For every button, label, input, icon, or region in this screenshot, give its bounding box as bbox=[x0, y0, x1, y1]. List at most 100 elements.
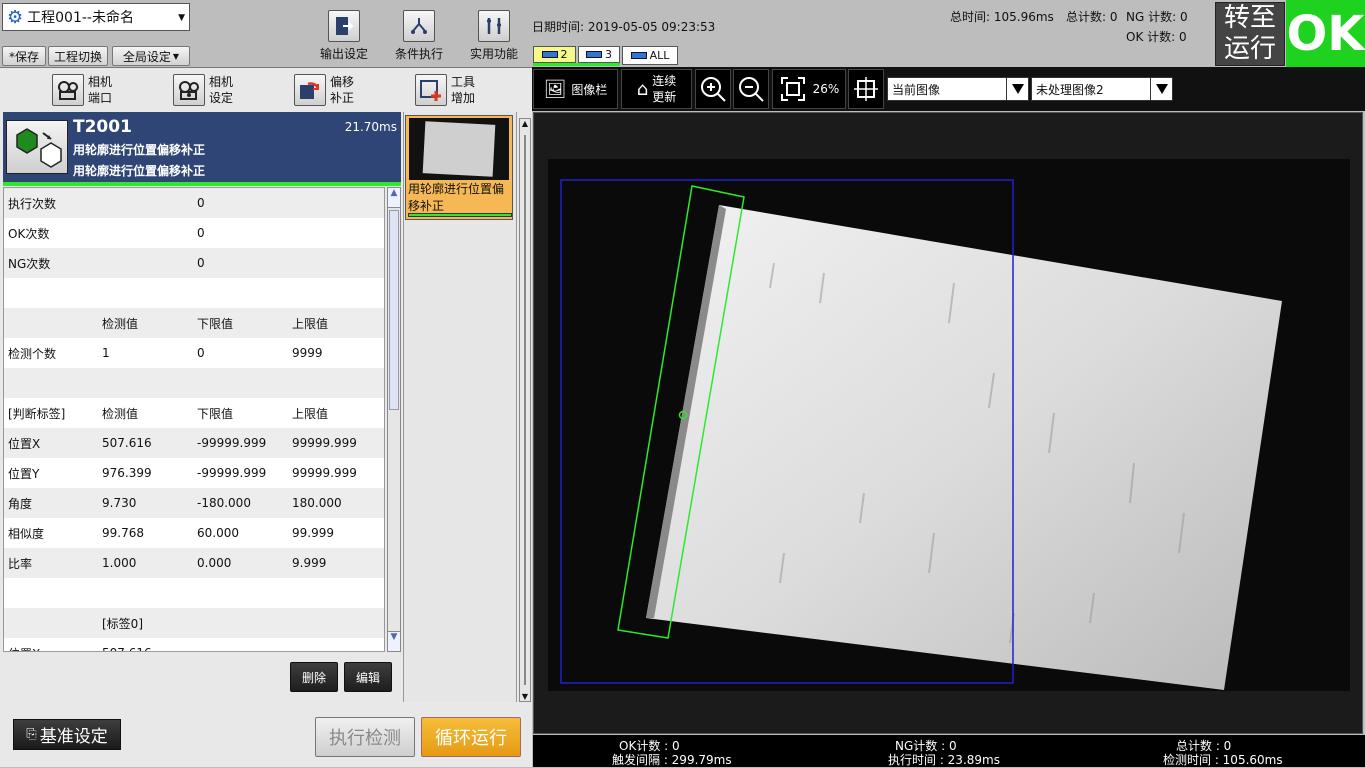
table-row[interactable]: OK次数 0 bbox=[4, 218, 384, 248]
table-cell: 下限值 bbox=[197, 406, 234, 421]
table-cell: 60.000 bbox=[197, 526, 239, 540]
go-run-button[interactable]: 转至 运行 bbox=[1215, 2, 1285, 66]
layout-button[interactable] bbox=[848, 69, 884, 109]
table-row[interactable] bbox=[4, 578, 384, 608]
chevron-down-icon: ▼ bbox=[178, 13, 185, 23]
tool-card-status-bar bbox=[3, 182, 401, 186]
camera-tab-all[interactable]: ALL bbox=[622, 46, 678, 65]
table-row[interactable] bbox=[4, 278, 384, 308]
table-cell: 位置Y bbox=[8, 466, 40, 481]
flow-thumbnail[interactable]: 用轮廓进行位置偏移补正 bbox=[405, 115, 513, 220]
table-cell: OK次数 bbox=[8, 226, 50, 241]
execute-detection-button[interactable]: 执行检测 bbox=[315, 717, 415, 757]
reference-icon: ⎘ bbox=[26, 727, 37, 742]
table-row[interactable]: 位置X 507.616 bbox=[4, 638, 384, 651]
table-cell: 976.399 bbox=[102, 466, 152, 480]
zoom-in-button[interactable] bbox=[695, 69, 731, 109]
zoom-level: 26% bbox=[812, 82, 840, 96]
tool-description: 用轮廓进行位置偏移补正 bbox=[73, 164, 206, 178]
current-image-select[interactable]: 当前图像 bbox=[887, 77, 1029, 101]
scroll-up-icon[interactable]: ▲ bbox=[520, 119, 530, 128]
project-selector[interactable]: ⚙ 工程001--未命名 ▼ bbox=[2, 3, 190, 31]
flow-scrollbar[interactable]: ▲ ▼ bbox=[519, 118, 531, 702]
table-row[interactable]: 比率 1.000 0.000 9.999 bbox=[4, 548, 384, 578]
table-cell: 0 bbox=[197, 196, 205, 210]
edit-button[interactable]: 编辑 bbox=[344, 662, 392, 692]
tool-card-header[interactable]: T2001 21.70ms 用轮廓进行位置偏移补正 用轮廓进行位置偏移补正 bbox=[3, 112, 401, 182]
table-cell: 上限值 bbox=[292, 316, 329, 331]
table-row[interactable]: [标签0] bbox=[4, 608, 384, 638]
table-row[interactable]: 执行次数 0 bbox=[4, 188, 384, 218]
table-cell: 位置X bbox=[8, 436, 41, 451]
scroll-down-icon[interactable]: ▼ bbox=[520, 692, 530, 701]
save-button[interactable]: *保存 bbox=[2, 46, 46, 66]
table-cell: 0 bbox=[197, 226, 205, 240]
table-cell: 检测个数 bbox=[8, 346, 57, 361]
scroll-thumb[interactable] bbox=[389, 210, 399, 410]
table-cell: 9.999 bbox=[292, 556, 327, 570]
camera-tab-2[interactable]: 2 bbox=[533, 46, 576, 63]
table-row[interactable]: 相似度 99.768 60.000 99.999 bbox=[4, 518, 384, 548]
thumbnail-label: 用轮廓进行位置偏移补正 bbox=[408, 182, 505, 213]
chevron-down-icon bbox=[1150, 78, 1172, 100]
camera-tab-underline bbox=[533, 63, 620, 66]
camera-icon: ⌂ bbox=[636, 78, 649, 100]
add-tool-button[interactable]: 工具 增加 bbox=[415, 71, 475, 109]
table-cell: 0 bbox=[197, 346, 205, 360]
camera-settings-button[interactable]: 相机 设定 bbox=[173, 71, 233, 109]
table-cell: 99.768 bbox=[102, 526, 144, 540]
utilities-button[interactable]: 实用功能 bbox=[464, 8, 524, 62]
global-settings-button[interactable]: 全局设定 ▼ bbox=[112, 46, 190, 66]
camera-icon bbox=[52, 74, 84, 106]
table-cell: -99999.999 bbox=[197, 436, 267, 450]
loop-run-button[interactable]: 循环运行 bbox=[421, 717, 521, 757]
zoom-out-icon bbox=[739, 77, 764, 102]
table-cell: 9.730 bbox=[102, 496, 137, 510]
image-bar-icon: 🖼 bbox=[543, 78, 567, 100]
camera-tab-3[interactable]: 3 bbox=[578, 46, 620, 63]
table-cell: [判断标签] bbox=[8, 406, 66, 421]
table-cell: -180.000 bbox=[197, 496, 251, 510]
project-title: 工程001--未命名 bbox=[27, 10, 134, 26]
image-bar-button[interactable]: 🖼 图像栏 bbox=[533, 69, 618, 109]
delete-button[interactable]: 删除 bbox=[290, 662, 338, 692]
status-trigger-interval: 触发间隔 : 299.79ms bbox=[612, 753, 732, 767]
reference-settings-button[interactable]: ⎘ 基准设定 bbox=[13, 719, 121, 750]
image-viewport[interactable] bbox=[533, 112, 1363, 734]
result-table: 执行次数 0 OK次数 0 NG次数 0 检测值 下限值 上限值 检测个数 1 0 9999 [判断标签]… bbox=[3, 187, 385, 652]
table-cell: -99999.999 bbox=[197, 466, 267, 480]
status-detect-time: 检测时间 : 105.60ms bbox=[1163, 753, 1283, 767]
offset-icon bbox=[294, 74, 326, 106]
scroll-thumb[interactable] bbox=[524, 135, 526, 685]
zoom-in-icon bbox=[701, 77, 726, 102]
table-row[interactable]: 检测个数 1 0 9999 bbox=[4, 338, 384, 368]
table-row[interactable]: 检测值 下限值 上限值 bbox=[4, 308, 384, 338]
table-cell: [标签0] bbox=[102, 616, 143, 631]
offset-correction-button[interactable]: 偏移 补正 bbox=[294, 71, 354, 109]
table-row[interactable]: 位置Y 976.399 -99999.999 99999.999 bbox=[4, 458, 384, 488]
table-row[interactable]: NG次数 0 bbox=[4, 248, 384, 278]
table-row[interactable]: [判断标签] 检测值 下限值 上限值 bbox=[4, 398, 384, 428]
scroll-down-icon[interactable]: ▼ bbox=[388, 631, 400, 651]
camera-settings-icon bbox=[173, 74, 205, 106]
status-exec-time: 执行时间 : 23.89ms bbox=[888, 753, 1000, 767]
fit-view-button[interactable]: 26% bbox=[772, 69, 846, 109]
table-cell: 下限值 bbox=[197, 316, 234, 331]
output-settings-button[interactable]: 输出设定 bbox=[314, 8, 374, 62]
table-cell: 1 bbox=[102, 346, 110, 360]
scroll-up-icon[interactable]: ▲ bbox=[388, 188, 400, 208]
project-switch-button[interactable]: 工程切换 bbox=[48, 46, 108, 66]
condition-exec-button[interactable]: 条件执行 bbox=[389, 8, 449, 62]
gear-icon: ⚙ bbox=[7, 6, 24, 28]
zoom-out-button[interactable] bbox=[733, 69, 769, 109]
continuous-update-button[interactable]: ⌂ 连续 更新 bbox=[621, 69, 692, 109]
table-row[interactable] bbox=[4, 368, 384, 398]
tools-icon bbox=[478, 10, 510, 42]
total-count: 总计数: 0 bbox=[1066, 10, 1118, 24]
camera-port-button[interactable]: 相机 端口 bbox=[52, 71, 112, 109]
table-row[interactable]: 角度 9.730 -180.000 180.000 bbox=[4, 488, 384, 518]
table-scrollbar[interactable]: ▲ ▼ bbox=[387, 187, 401, 652]
unprocessed-image-select[interactable]: 未处理图像2 bbox=[1031, 77, 1173, 101]
table-cell: 检测值 bbox=[102, 316, 139, 331]
table-row[interactable]: 位置X 507.616 -99999.999 99999.999 bbox=[4, 428, 384, 458]
